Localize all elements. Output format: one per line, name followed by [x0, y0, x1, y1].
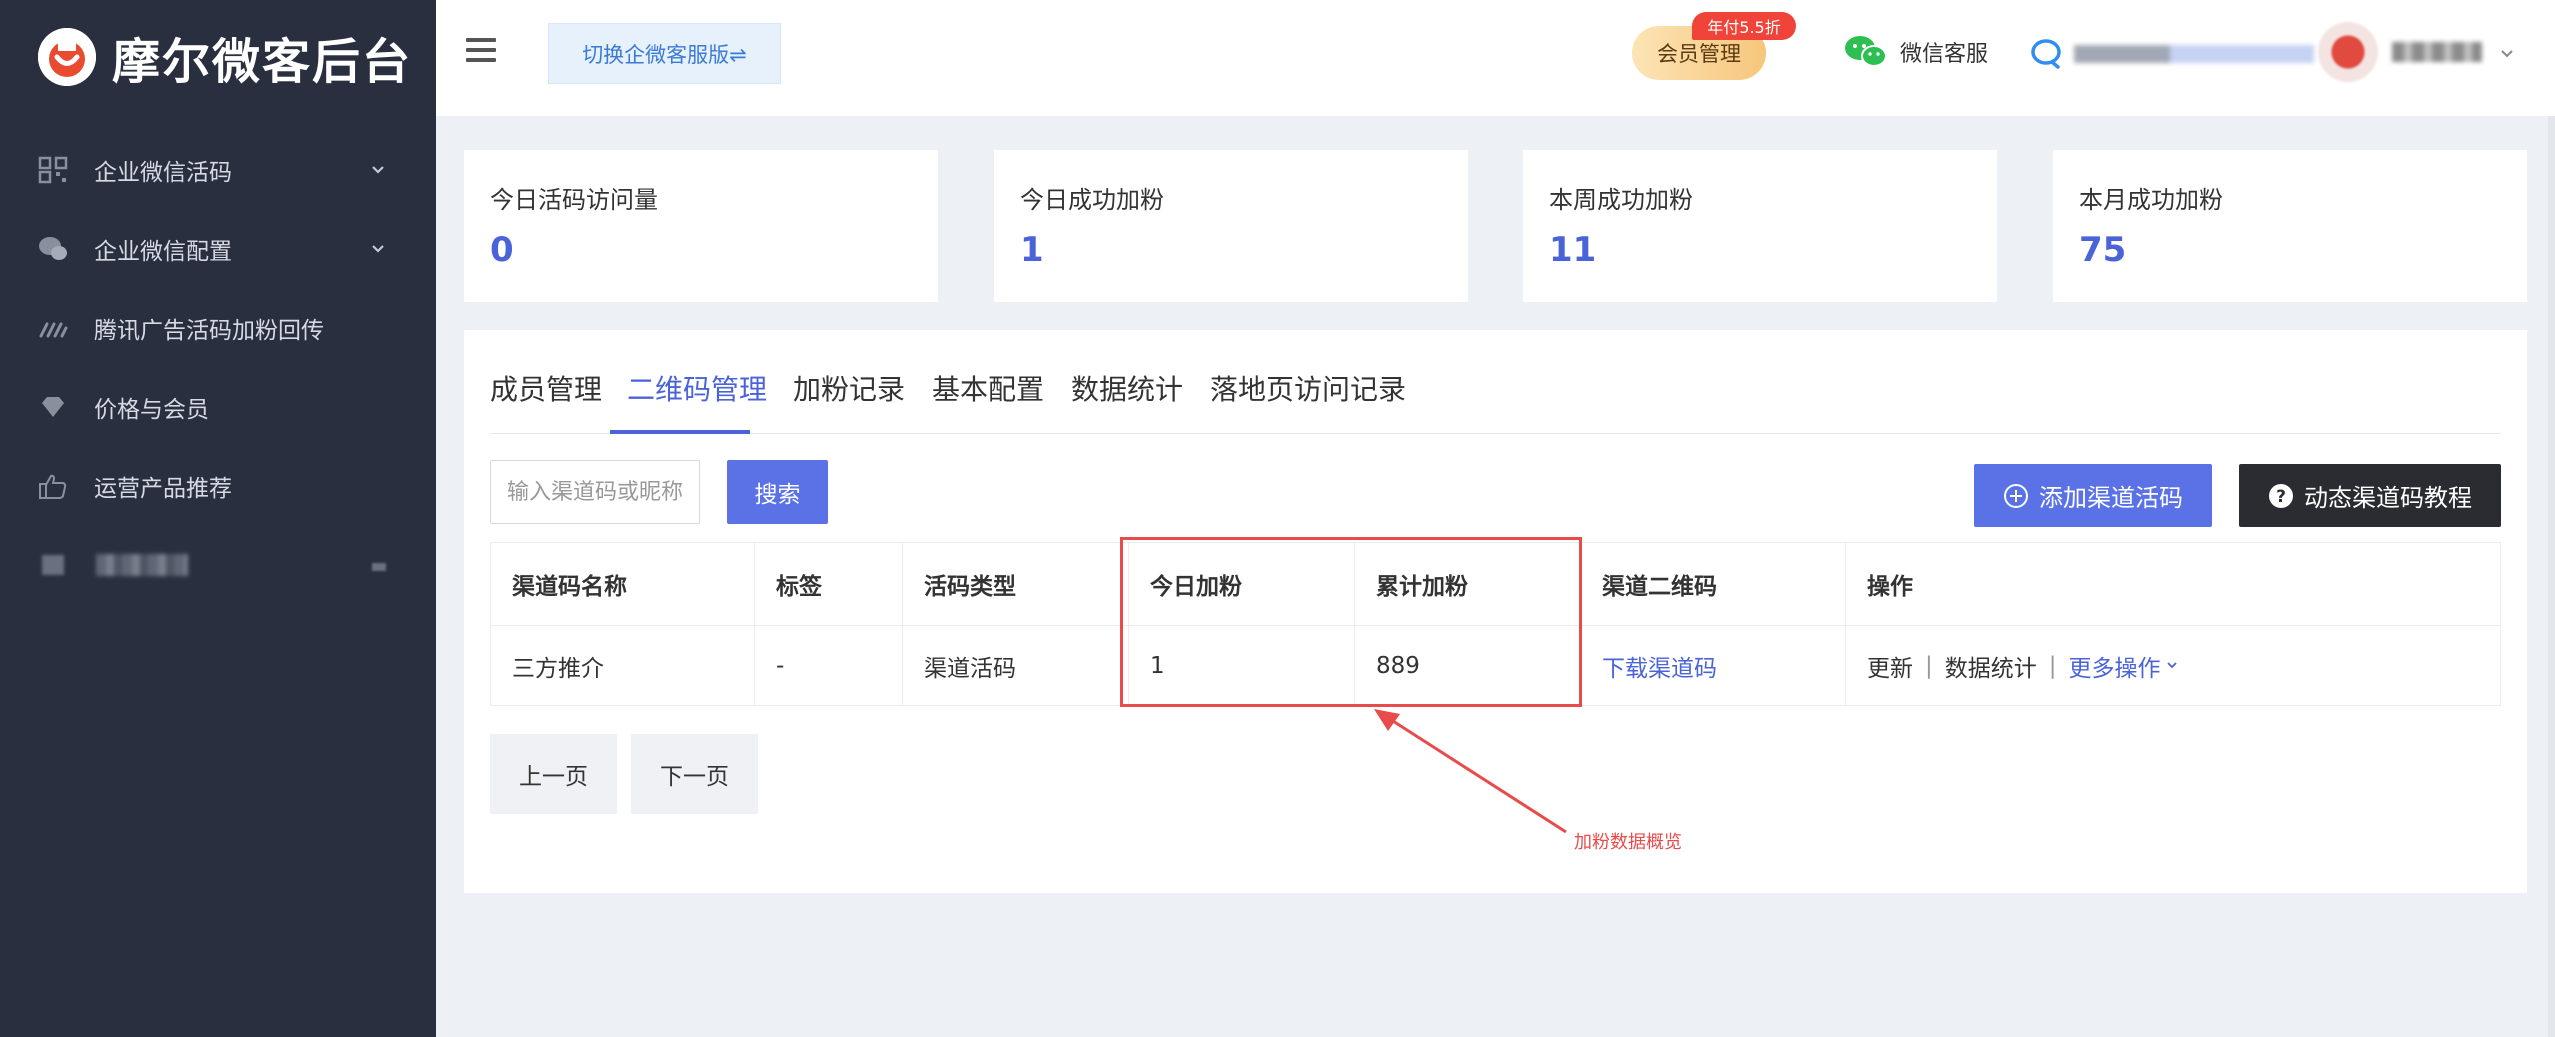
table-header-tag: 标签	[776, 574, 822, 600]
tab-qrcode[interactable]: 二维码管理	[627, 368, 767, 408]
cell-tag: -	[776, 653, 785, 679]
annotation-arrow-icon	[1374, 709, 1567, 834]
download-qrcode-link[interactable]: 下载渠道码	[1602, 649, 1717, 683]
tab-members[interactable]: 成员管理	[490, 368, 602, 408]
avatar[interactable]	[2318, 22, 2378, 82]
stat-value: 75	[2079, 230, 2127, 270]
tab-fan-records[interactable]: 加粉记录	[793, 368, 905, 408]
separator: |	[2048, 653, 2057, 679]
more-actions-link[interactable]: 更多操作	[2069, 649, 2161, 683]
svg-text:?: ?	[2276, 487, 2286, 507]
stat-card-today-fans: 今日成功加粉 1	[994, 150, 1468, 302]
sidebar-item-recommend[interactable]: 运营产品推荐	[0, 456, 436, 516]
slashes-icon	[39, 322, 68, 338]
help-button-label: 动态渠道码教程	[2304, 484, 2472, 512]
plus-circle-icon	[2004, 483, 2028, 508]
table-header-name: 渠道码名称	[512, 574, 627, 600]
cell-name: 三方推介	[512, 656, 604, 682]
stat-value: 11	[1549, 230, 1597, 270]
stat-card-month-fans: 本月成功加粉 75	[2053, 150, 2527, 302]
help-icon: ?	[2269, 483, 2293, 508]
username-redacted[interactable]	[2392, 42, 2482, 62]
app-logo[interactable]: 摩尔微客后台	[38, 24, 412, 90]
switch-edition-button[interactable]: 切换企微客服版⇌	[548, 23, 781, 84]
wechat-service-link[interactable]: 微信客服	[1844, 30, 1988, 74]
stat-card-week-fans: 本周成功加粉 11	[1523, 150, 1997, 302]
annotation-label: 加粉数据概览	[1574, 832, 1682, 853]
stat-card-today-visits: 今日活码访问量 0	[464, 150, 938, 302]
add-channel-qrcode-button[interactable]: 添加渠道活码	[1974, 464, 2212, 527]
search-button[interactable]: 搜索	[727, 460, 828, 524]
stats-link[interactable]: 数据统计	[1945, 649, 2037, 683]
tab-landing-visits[interactable]: 落地页访问记录	[1210, 368, 1406, 408]
active-tab-indicator	[610, 430, 750, 434]
menu-toggle-icon[interactable]	[466, 38, 496, 66]
cell-actions: 更新 | 数据统计 | 更多操作	[1846, 625, 2500, 707]
sidebar-item-pricing[interactable]: 价格与会员	[0, 377, 436, 437]
chevron-down-icon	[372, 245, 384, 253]
corp-name-redacted	[2074, 45, 2314, 63]
sidebar-item-tencent-ads[interactable]: 腾讯广告活码加粉回传	[0, 298, 436, 358]
stat-title: 今日活码访问量	[490, 186, 658, 214]
app-title: 摩尔微客后台	[112, 34, 413, 90]
qrcode-icon	[38, 156, 68, 184]
chat-bubbles-icon	[39, 237, 67, 260]
sidebar-item-label: 企业微信活码	[94, 160, 232, 186]
sidebar-item-config[interactable]: 企业微信配置	[0, 219, 436, 279]
table-header-type: 活码类型	[924, 574, 1016, 600]
stat-title: 本周成功加粉	[1549, 186, 1693, 214]
scrollbar[interactable]	[2548, 116, 2555, 1037]
chevron-down-icon[interactable]	[2165, 660, 2179, 672]
separator: |	[1925, 653, 1933, 679]
cell-type: 渠道活码	[924, 656, 1016, 682]
corp-wechat-icon	[2031, 39, 2061, 69]
stat-title: 今日成功加粉	[1020, 186, 1164, 214]
table-header-qrcode: 渠道二维码	[1602, 574, 1717, 600]
corp-switch-link[interactable]	[2030, 32, 2314, 76]
diamond-icon	[42, 397, 64, 417]
stat-title: 本月成功加粉	[2079, 186, 2223, 214]
redacted-mark	[372, 563, 386, 571]
stat-value: 0	[490, 230, 514, 270]
sidebar-item-label: 腾讯广告活码加粉回传	[94, 318, 324, 344]
redacted-label	[96, 554, 188, 576]
fan-data-highlight-box	[1120, 537, 1582, 707]
wechat-service-label: 微信客服	[1900, 42, 1989, 67]
stat-value: 1	[1020, 230, 1044, 270]
tab-statistics[interactable]: 数据统计	[1071, 368, 1183, 408]
wechat-icon	[1845, 36, 1887, 67]
dynamic-qrcode-tutorial-button[interactable]: ? 动态渠道码教程	[2239, 464, 2501, 527]
tab-basic-config[interactable]: 基本配置	[932, 368, 1044, 408]
sidebar-item-label: 企业微信配置	[94, 239, 232, 265]
sidebar-item-label: 价格与会员	[94, 397, 209, 423]
cell-qrcode: 下载渠道码	[1581, 625, 1846, 707]
chevron-down-icon	[372, 166, 384, 174]
prev-page-button[interactable]: 上一页	[490, 734, 617, 814]
promo-badge: 年付5.5折	[1692, 12, 1796, 40]
thumbs-up-icon	[39, 474, 67, 499]
search-input[interactable]	[490, 460, 700, 524]
sidebar-item-redacted[interactable]	[0, 535, 436, 595]
tab-bar: 成员管理 二维码管理 加粉记录 基本配置 数据统计 落地页访问记录	[490, 330, 2501, 434]
chevron-down-icon[interactable]	[2500, 48, 2514, 60]
top-header: 切换企微客服版⇌ 会员管理 年付5.5折 微信客服	[436, 0, 2555, 116]
update-link[interactable]: 更新	[1867, 649, 1913, 683]
sidebar-item-qrcode[interactable]: 企业微信活码	[0, 140, 436, 200]
next-page-button[interactable]: 下一页	[631, 734, 758, 814]
add-button-label: 添加渠道活码	[2039, 484, 2183, 512]
redacted-icon	[42, 555, 64, 575]
logo-icon	[38, 28, 96, 86]
sidebar: 摩尔微客后台 企业微信活码 企业微信配置 腾讯广告活码加粉回传 价格与会员 运营…	[0, 0, 436, 1037]
sidebar-item-label: 运营产品推荐	[94, 476, 232, 502]
table-header-actions: 操作	[1867, 574, 1913, 600]
